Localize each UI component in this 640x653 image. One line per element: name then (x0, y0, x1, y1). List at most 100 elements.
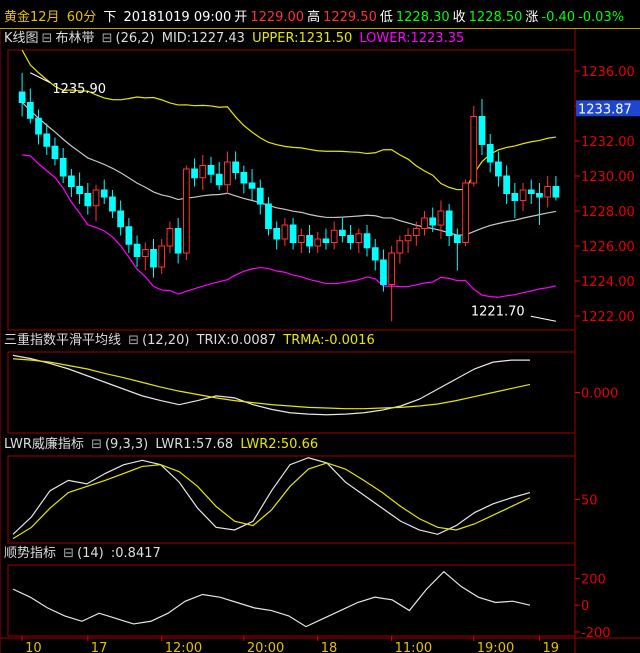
candle-body (191, 168, 198, 179)
candle-body (68, 175, 75, 187)
candle-body (265, 203, 272, 229)
candle (437, 200, 445, 239)
candle (150, 239, 157, 278)
candle (125, 218, 133, 253)
x-tick-label: 12:00 (165, 641, 202, 653)
candle (355, 228, 363, 253)
candle-body (330, 229, 338, 243)
candle (141, 242, 149, 271)
candle (347, 225, 354, 250)
candle-body (117, 210, 125, 228)
x-tick-label: 19 (542, 641, 559, 653)
candle-body (215, 173, 223, 186)
x-tick-label: 10 (25, 641, 42, 653)
candle (527, 179, 535, 204)
trix-trix-line (12, 354, 530, 416)
candle-body (289, 224, 297, 243)
candle (35, 109, 42, 145)
y-tick-label: 0 (581, 599, 589, 614)
candle-body (421, 217, 428, 229)
candle-body (18, 91, 26, 103)
candle-body (355, 233, 363, 243)
candle (174, 218, 182, 264)
candle (166, 221, 174, 253)
candle-body (339, 229, 346, 236)
candle (371, 239, 379, 271)
candle-body (544, 186, 552, 198)
x-tick-label: 18 (321, 641, 338, 653)
candle-body (150, 249, 157, 268)
candle (109, 190, 116, 218)
candle (18, 72, 26, 117)
candle-body (437, 210, 445, 226)
candle (191, 158, 198, 187)
candle-body (76, 186, 83, 194)
candle-body (281, 224, 289, 240)
candle (215, 162, 223, 190)
candle (84, 183, 92, 215)
lwr-lwr1-line (12, 457, 531, 535)
candle (339, 218, 346, 243)
candle-body (158, 245, 166, 268)
candle-body (199, 165, 207, 179)
y-tick-label: 1228.00 (581, 205, 635, 220)
candle (470, 106, 478, 187)
candle-body (248, 182, 256, 189)
candle (158, 239, 166, 274)
candle (503, 165, 510, 204)
candle (486, 134, 494, 173)
candle (100, 179, 108, 204)
candle (92, 184, 100, 222)
x-tick-label: 11:00 (395, 641, 432, 653)
candle-body (536, 193, 543, 198)
candle-body (412, 228, 420, 236)
cci-cci-line (12, 570, 531, 628)
candle-body (240, 172, 248, 184)
candle-body (207, 165, 215, 175)
x-tick-label: 20:00 (247, 641, 284, 653)
candle-body (486, 144, 494, 163)
annotation-leader (530, 315, 556, 322)
candle (322, 228, 330, 250)
candle (51, 137, 59, 166)
candle (224, 151, 231, 194)
candle (380, 249, 387, 292)
panel-frame-2 (7, 455, 576, 544)
candle (330, 221, 338, 250)
annotation-label: 1221.70 (471, 304, 525, 319)
candle-body (363, 233, 371, 249)
candle (363, 225, 371, 257)
candle (519, 183, 527, 211)
candle (232, 151, 239, 180)
candle (396, 235, 404, 264)
candle-body (388, 252, 396, 285)
candle-body (133, 243, 141, 257)
candle-body (527, 189, 535, 194)
candle (306, 225, 313, 253)
candle-body (109, 196, 116, 212)
candle-body (322, 238, 330, 243)
candle-body (511, 193, 519, 201)
candle-body (380, 259, 387, 285)
chart-canvas[interactable]: 1236.001234.001232.001230.001228.001226.… (0, 0, 640, 653)
y-tick-label: 50 (581, 494, 598, 509)
candle-body (141, 249, 149, 257)
candle-body (297, 235, 305, 243)
candle (26, 88, 34, 124)
y-tick-label: 1232.00 (581, 135, 635, 150)
candle-body (125, 226, 133, 245)
candle (182, 165, 190, 260)
candle (536, 183, 543, 225)
candle (248, 169, 256, 201)
candle (511, 183, 519, 218)
candle-body (43, 133, 51, 147)
candle (133, 235, 141, 267)
candle-body (371, 247, 379, 261)
candle (297, 228, 305, 253)
candle-body (166, 228, 174, 247)
candle-body (396, 240, 404, 254)
candle (314, 232, 322, 253)
candle (76, 172, 83, 204)
candle-body (35, 117, 42, 135)
candle-body (224, 161, 231, 186)
